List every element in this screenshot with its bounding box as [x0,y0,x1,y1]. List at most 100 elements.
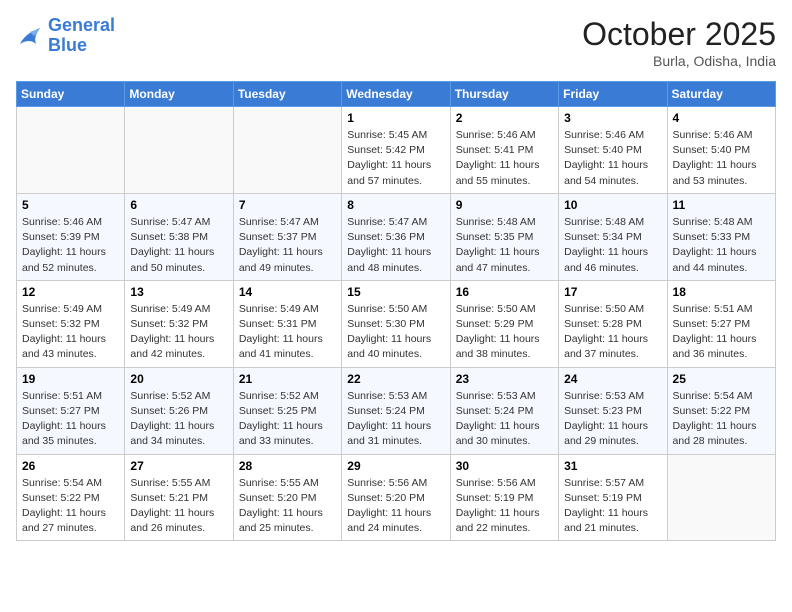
day-number: 28 [239,459,336,473]
location-subtitle: Burla, Odisha, India [582,53,776,69]
day-info: Sunrise: 5:49 AMSunset: 5:32 PMDaylight:… [130,302,227,363]
calendar-cell: 16Sunrise: 5:50 AMSunset: 5:29 PMDayligh… [450,280,558,367]
logo-icon [16,22,44,50]
day-info: Sunrise: 5:46 AMSunset: 5:41 PMDaylight:… [456,128,553,189]
day-info: Sunrise: 5:50 AMSunset: 5:28 PMDaylight:… [564,302,661,363]
day-number: 18 [673,285,770,299]
day-info: Sunrise: 5:55 AMSunset: 5:21 PMDaylight:… [130,476,227,537]
day-number: 20 [130,372,227,386]
day-header-monday: Monday [125,82,233,107]
calendar-cell: 26Sunrise: 5:54 AMSunset: 5:22 PMDayligh… [17,454,125,541]
day-info: Sunrise: 5:47 AMSunset: 5:36 PMDaylight:… [347,215,444,276]
day-number: 24 [564,372,661,386]
day-info: Sunrise: 5:48 AMSunset: 5:35 PMDaylight:… [456,215,553,276]
day-info: Sunrise: 5:56 AMSunset: 5:20 PMDaylight:… [347,476,444,537]
day-number: 30 [456,459,553,473]
page-header: General Blue October 2025 Burla, Odisha,… [16,16,776,69]
day-info: Sunrise: 5:54 AMSunset: 5:22 PMDaylight:… [673,389,770,450]
calendar-cell: 8 Sunrise: 5:47 AMSunset: 5:36 PMDaylight… [342,193,450,280]
day-header-thursday: Thursday [450,82,558,107]
calendar-cell: 28 Sunrise: 5:55 AMSunset: 5:20 PMDayligh… [233,454,341,541]
day-number: 9 [456,198,553,212]
day-number: 5 [22,198,119,212]
day-number: 31 [564,459,661,473]
day-number: 1 [347,111,444,125]
calendar-cell: 13 Sunrise: 5:49 AMSunset: 5:32 PMDayligh… [125,280,233,367]
calendar-cell: 1 Sunrise: 5:45 AMSunset: 5:42 PMDaylight… [342,107,450,194]
day-info: Sunrise: 5:49 AMSunset: 5:31 PMDaylight:… [239,302,336,363]
day-info: Sunrise: 5:46 AMSunset: 5:40 PMDaylight:… [564,128,661,189]
calendar-week-4: 19 Sunrise: 5:51 AMSunset: 5:27 PMDayligh… [17,367,776,454]
calendar-table: SundayMondayTuesdayWednesdayThursdayFrid… [16,81,776,541]
calendar-cell: 30Sunrise: 5:56 AMSunset: 5:19 PMDayligh… [450,454,558,541]
day-number: 29 [347,459,444,473]
day-header-sunday: Sunday [17,82,125,107]
calendar-cell: 12 Sunrise: 5:49 AMSunset: 5:32 PMDayligh… [17,280,125,367]
calendar-cell: 18 Sunrise: 5:51 AMSunset: 5:27 PMDayligh… [667,280,775,367]
day-number: 25 [673,372,770,386]
day-number: 8 [347,198,444,212]
day-number: 23 [456,372,553,386]
day-number: 21 [239,372,336,386]
day-info: Sunrise: 5:46 AMSunset: 5:40 PMDaylight:… [673,128,770,189]
calendar-cell: 21Sunrise: 5:52 AMSunset: 5:25 PMDayligh… [233,367,341,454]
calendar-cell: 4 Sunrise: 5:46 AMSunset: 5:40 PMDaylight… [667,107,775,194]
day-info: Sunrise: 5:55 AMSunset: 5:20 PMDaylight:… [239,476,336,537]
day-info: Sunrise: 5:48 AMSunset: 5:34 PMDaylight:… [564,215,661,276]
day-info: Sunrise: 5:53 AMSunset: 5:23 PMDaylight:… [564,389,661,450]
calendar-cell: 11Sunrise: 5:48 AMSunset: 5:33 PMDayligh… [667,193,775,280]
calendar-header-row: SundayMondayTuesdayWednesdayThursdayFrid… [17,82,776,107]
day-info: Sunrise: 5:52 AMSunset: 5:26 PMDaylight:… [130,389,227,450]
day-info: Sunrise: 5:51 AMSunset: 5:27 PMDaylight:… [673,302,770,363]
day-number: 19 [22,372,119,386]
day-number: 3 [564,111,661,125]
calendar-cell: 22 Sunrise: 5:53 AMSunset: 5:24 PMDayligh… [342,367,450,454]
calendar-cell: 29 Sunrise: 5:56 AMSunset: 5:20 PMDayligh… [342,454,450,541]
month-title: October 2025 [582,16,776,53]
day-number: 13 [130,285,227,299]
day-number: 10 [564,198,661,212]
day-header-friday: Friday [559,82,667,107]
day-info: Sunrise: 5:51 AMSunset: 5:27 PMDaylight:… [22,389,119,450]
logo-text: General Blue [48,16,115,56]
calendar-week-2: 5 Sunrise: 5:46 AMSunset: 5:39 PMDaylight… [17,193,776,280]
title-block: October 2025 Burla, Odisha, India [582,16,776,69]
calendar-cell: 24 Sunrise: 5:53 AMSunset: 5:23 PMDayligh… [559,367,667,454]
day-number: 11 [673,198,770,212]
calendar-cell: 27Sunrise: 5:55 AMSunset: 5:21 PMDayligh… [125,454,233,541]
day-number: 6 [130,198,227,212]
logo: General Blue [16,16,115,56]
day-header-wednesday: Wednesday [342,82,450,107]
day-info: Sunrise: 5:57 AMSunset: 5:19 PMDaylight:… [564,476,661,537]
calendar-cell [125,107,233,194]
calendar-week-1: 1 Sunrise: 5:45 AMSunset: 5:42 PMDaylight… [17,107,776,194]
day-number: 7 [239,198,336,212]
calendar-week-5: 26Sunrise: 5:54 AMSunset: 5:22 PMDayligh… [17,454,776,541]
calendar-cell: 25 Sunrise: 5:54 AMSunset: 5:22 PMDayligh… [667,367,775,454]
day-info: Sunrise: 5:47 AMSunset: 5:38 PMDaylight:… [130,215,227,276]
calendar-cell: 10 Sunrise: 5:48 AMSunset: 5:34 PMDayligh… [559,193,667,280]
calendar-cell: 31 Sunrise: 5:57 AMSunset: 5:19 PMDayligh… [559,454,667,541]
day-info: Sunrise: 5:45 AMSunset: 5:42 PMDaylight:… [347,128,444,189]
day-number: 2 [456,111,553,125]
day-info: Sunrise: 5:46 AMSunset: 5:39 PMDaylight:… [22,215,119,276]
day-number: 12 [22,285,119,299]
day-info: Sunrise: 5:54 AMSunset: 5:22 PMDaylight:… [22,476,119,537]
day-header-saturday: Saturday [667,82,775,107]
calendar-week-3: 12 Sunrise: 5:49 AMSunset: 5:32 PMDayligh… [17,280,776,367]
day-info: Sunrise: 5:53 AMSunset: 5:24 PMDaylight:… [347,389,444,450]
day-number: 17 [564,285,661,299]
calendar-cell: 20 Sunrise: 5:52 AMSunset: 5:26 PMDayligh… [125,367,233,454]
day-number: 15 [347,285,444,299]
day-number: 22 [347,372,444,386]
day-number: 14 [239,285,336,299]
calendar-cell: 23 Sunrise: 5:53 AMSunset: 5:24 PMDayligh… [450,367,558,454]
calendar-cell: 17 Sunrise: 5:50 AMSunset: 5:28 PMDayligh… [559,280,667,367]
calendar-cell: 7Sunrise: 5:47 AMSunset: 5:37 PMDaylight… [233,193,341,280]
calendar-cell [233,107,341,194]
day-info: Sunrise: 5:49 AMSunset: 5:32 PMDaylight:… [22,302,119,363]
day-number: 4 [673,111,770,125]
day-info: Sunrise: 5:53 AMSunset: 5:24 PMDaylight:… [456,389,553,450]
day-info: Sunrise: 5:50 AMSunset: 5:29 PMDaylight:… [456,302,553,363]
calendar-cell: 14 Sunrise: 5:49 AMSunset: 5:31 PMDayligh… [233,280,341,367]
